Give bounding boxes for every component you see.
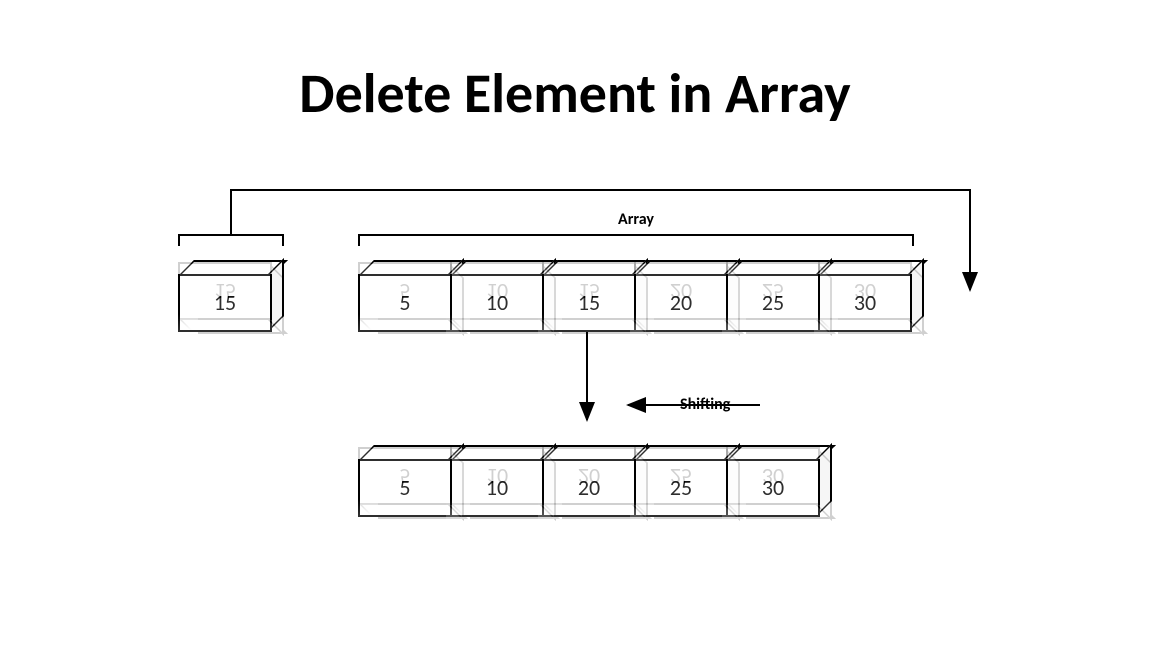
array-bracket (358, 234, 914, 246)
array-label: Array (618, 210, 654, 229)
shifting-label: Shifting (680, 395, 730, 414)
after-value-0: 5 (358, 459, 452, 517)
before-value-3: 20 (634, 274, 728, 332)
after-value-3: 25 (634, 459, 728, 517)
before-value-1: 10 (450, 274, 544, 332)
before-value-0: 5 (358, 274, 452, 332)
before-value-2: 15 (542, 274, 636, 332)
diagram-title: Delete Element in Array (0, 60, 1150, 128)
delete-element-value: 15 (178, 274, 272, 332)
delete-bracket (178, 234, 284, 246)
after-value-2: 20 (542, 459, 636, 517)
after-value-4: 30 (726, 459, 820, 517)
after-value-1: 10 (450, 459, 544, 517)
before-value-4: 25 (726, 274, 820, 332)
before-value-5: 30 (818, 274, 912, 332)
